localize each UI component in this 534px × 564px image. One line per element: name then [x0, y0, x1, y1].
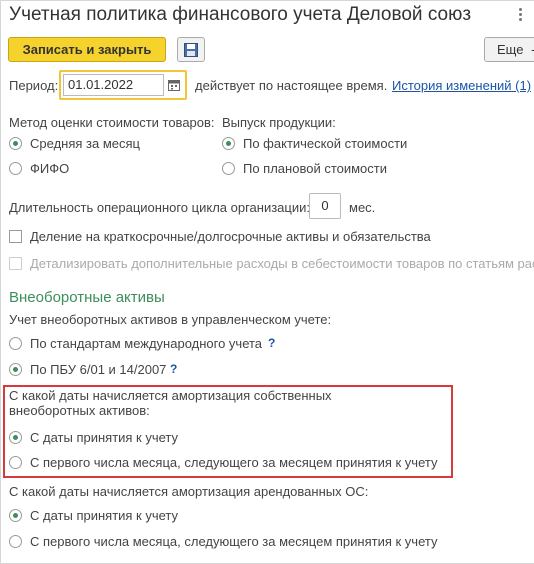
own-depr-acceptance-date-label[interactable]: С даты принятия к учету	[30, 430, 178, 445]
more-menu-label: Еще	[497, 42, 524, 57]
production-actual-label[interactable]: По фактической стоимости	[243, 136, 407, 151]
help-icon[interactable]: ?	[170, 362, 177, 376]
period-date-input[interactable]: 01.01.2022	[63, 74, 164, 96]
detail-costs-label: Детализировать дополнительные расходы в …	[30, 256, 534, 271]
operating-cycle-label: Длительность операционного цикла организ…	[9, 200, 310, 215]
lease-depr-acceptance-date-label[interactable]: С даты принятия к учету	[30, 508, 178, 523]
floppy-disk-icon	[184, 42, 198, 57]
noncurrent-assets-section-title: Внеоборотные активы	[9, 289, 165, 306]
accounting-pbu-label[interactable]: По ПБУ 6/01 и 14/2007	[30, 362, 166, 377]
save-button[interactable]	[177, 37, 205, 62]
lease-depr-next-month-label[interactable]: С первого числа месяца, следующего за ме…	[30, 534, 437, 549]
period-label: Период:	[9, 78, 59, 93]
noncurrent-accounting-label: Учет внеоборотных активов в управленческ…	[9, 312, 332, 327]
save-and-close-button[interactable]: Записать и закрыть	[8, 37, 166, 62]
help-icon[interactable]: ?	[268, 336, 275, 350]
production-planned-radio[interactable]	[222, 162, 235, 175]
valuation-fifo-label[interactable]: ФИФО	[30, 161, 69, 176]
detail-costs-checkbox	[9, 257, 22, 270]
split-assets-label[interactable]: Деление на краткосрочные/долгосрочные ак…	[30, 229, 431, 244]
valuation-fifo-radio[interactable]	[9, 162, 22, 175]
valuation-method-label: Метод оценки стоимости товаров:	[9, 115, 215, 130]
own-depr-next-month-label[interactable]: С первого числа месяца, следующего за ме…	[30, 455, 437, 470]
page-title: Учетная политика финансового учета Делов…	[9, 4, 472, 25]
split-assets-checkbox[interactable]	[9, 230, 22, 243]
period-date-field[interactable]: 01.01.2022	[59, 70, 187, 100]
operating-cycle-unit: мес.	[349, 200, 376, 215]
own-depreciation-label-line1: С какой даты начисляется амортизация соб…	[9, 388, 332, 403]
history-link[interactable]: История изменений (1)	[392, 78, 531, 93]
period-status-text: действует по настоящее время.	[195, 78, 388, 93]
accounting-international-radio[interactable]	[9, 337, 22, 350]
production-actual-radio[interactable]	[222, 137, 235, 150]
valuation-average-label[interactable]: Средняя за месяц	[30, 136, 140, 151]
calendar-icon[interactable]	[165, 74, 183, 96]
kebab-menu-icon[interactable]	[515, 6, 525, 24]
operating-cycle-input[interactable]: 0	[309, 193, 341, 219]
own-depr-next-month-radio[interactable]	[9, 456, 22, 469]
lease-depreciation-label: С какой даты начисляется амортизация аре…	[9, 484, 369, 499]
valuation-average-radio[interactable]	[9, 137, 22, 150]
production-label: Выпуск продукции:	[222, 115, 336, 130]
own-depr-acceptance-date-radio[interactable]	[9, 431, 22, 444]
accounting-pbu-radio[interactable]	[9, 363, 22, 376]
lease-depr-acceptance-date-radio[interactable]	[9, 509, 22, 522]
own-depreciation-label-line2: внеоборотных активов:	[9, 403, 150, 418]
more-menu-button[interactable]: Еще -	[484, 37, 534, 62]
lease-depr-next-month-radio[interactable]	[9, 535, 22, 548]
production-planned-label[interactable]: По плановой стоимости	[243, 161, 387, 176]
accounting-international-label[interactable]: По стандартам международного учета	[30, 336, 262, 351]
